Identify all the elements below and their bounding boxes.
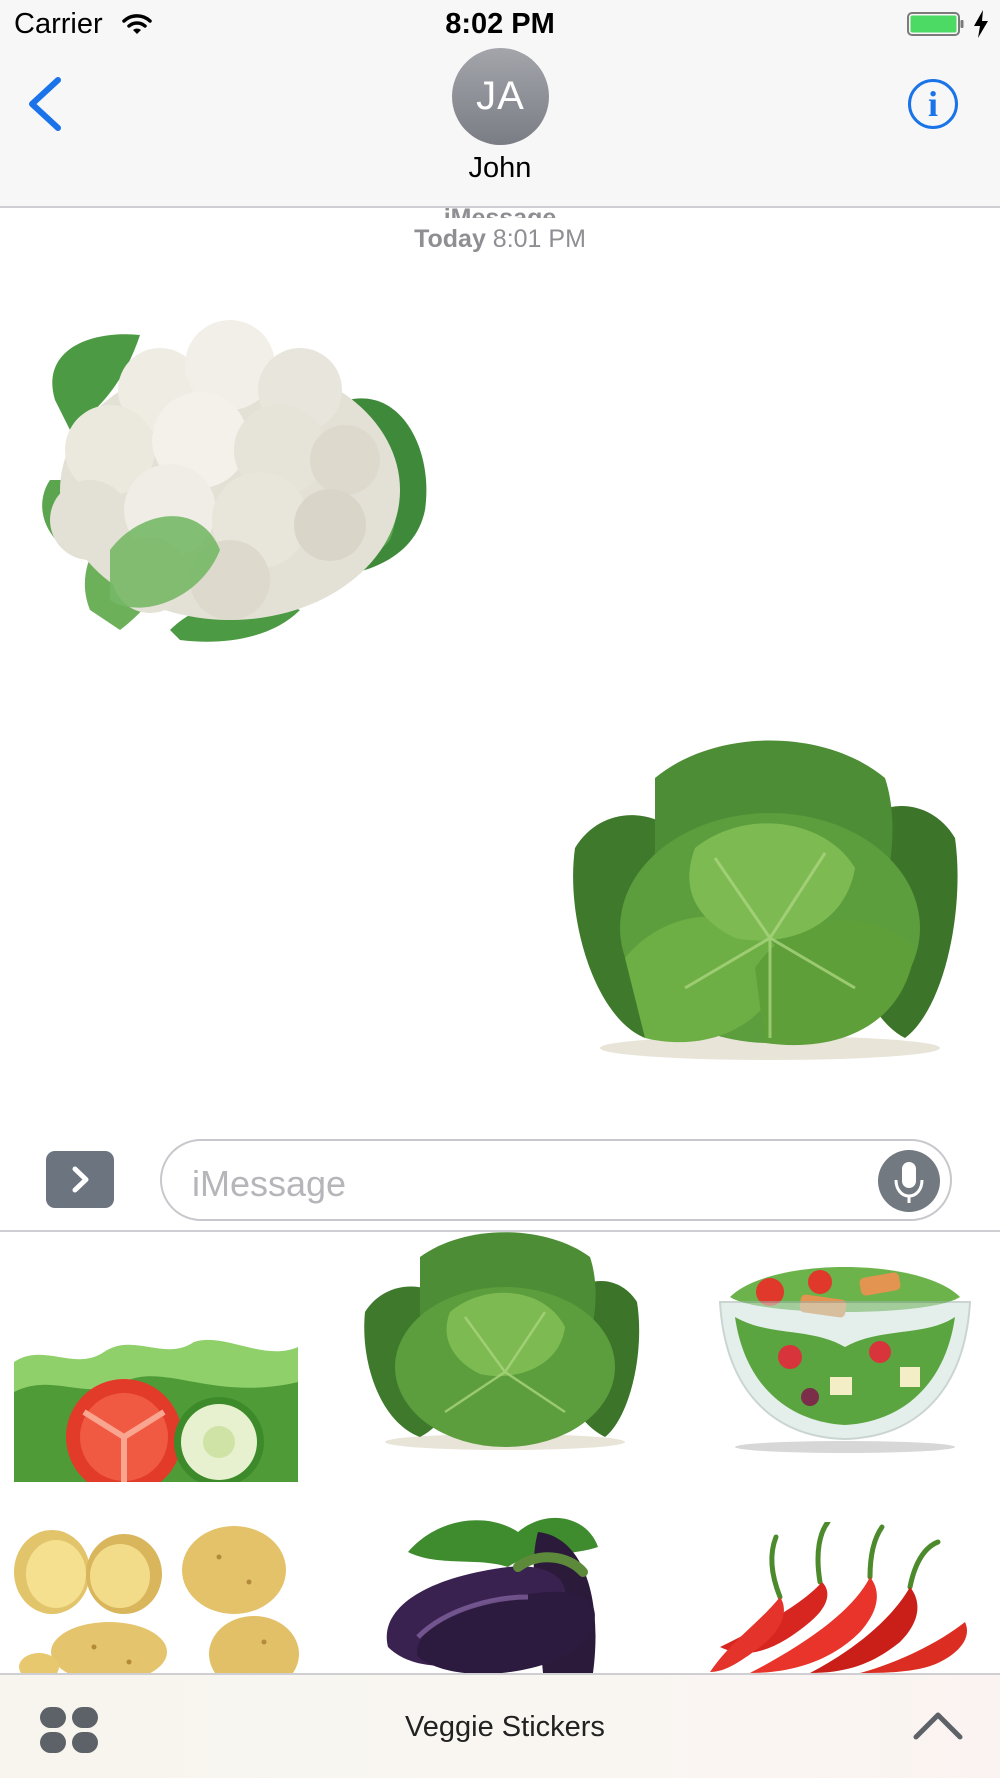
message-placeholder: iMessage xyxy=(192,1163,347,1204)
conversation-header: Carrier 8:02 PM JA John i xyxy=(0,0,1000,208)
sticker-potatoes[interactable] xyxy=(14,1512,299,1673)
app-bottom-bar: Veggie Stickers xyxy=(0,1673,1000,1778)
received-sticker-cauliflower[interactable] xyxy=(30,310,440,645)
chevron-up-icon[interactable] xyxy=(912,1709,964,1743)
service-label: iMessage xyxy=(443,204,557,218)
timestamp-day: Today xyxy=(414,225,486,253)
chevron-right-icon xyxy=(72,1166,89,1193)
sticker-savoy-cabbage[interactable] xyxy=(360,1232,642,1452)
timestamp-time: 8:01 PM xyxy=(492,225,586,253)
info-button[interactable]: i xyxy=(908,79,958,129)
message-input[interactable]: iMessage xyxy=(160,1139,952,1221)
sent-sticker-savoy-cabbage[interactable] xyxy=(565,738,965,1063)
sticker-lettuce-tomato-cucumber[interactable] xyxy=(14,1332,298,1482)
avatar-initials: JA xyxy=(476,74,525,118)
app-name: Veggie Stickers xyxy=(405,1711,605,1743)
sticker-drawer xyxy=(0,1232,1000,1673)
battery-icon xyxy=(907,12,964,36)
apps-toggle-button[interactable] xyxy=(46,1151,114,1208)
back-button[interactable] xyxy=(22,72,70,136)
sticker-eggplants[interactable] xyxy=(368,1497,630,1673)
message-timestamp: Today 8:01 PM xyxy=(0,225,1000,254)
sticker-red-chili-peppers[interactable] xyxy=(710,1522,980,1673)
microphone-icon xyxy=(894,1162,924,1203)
charging-bolt-icon xyxy=(974,10,988,38)
contact-name[interactable]: John xyxy=(0,152,1000,185)
contact-avatar[interactable]: JA xyxy=(452,48,549,145)
sticker-salad-bowl[interactable] xyxy=(710,1257,980,1457)
dictation-button[interactable] xyxy=(878,1150,940,1212)
info-icon: i xyxy=(927,84,938,124)
clock: 8:02 PM xyxy=(445,8,555,40)
